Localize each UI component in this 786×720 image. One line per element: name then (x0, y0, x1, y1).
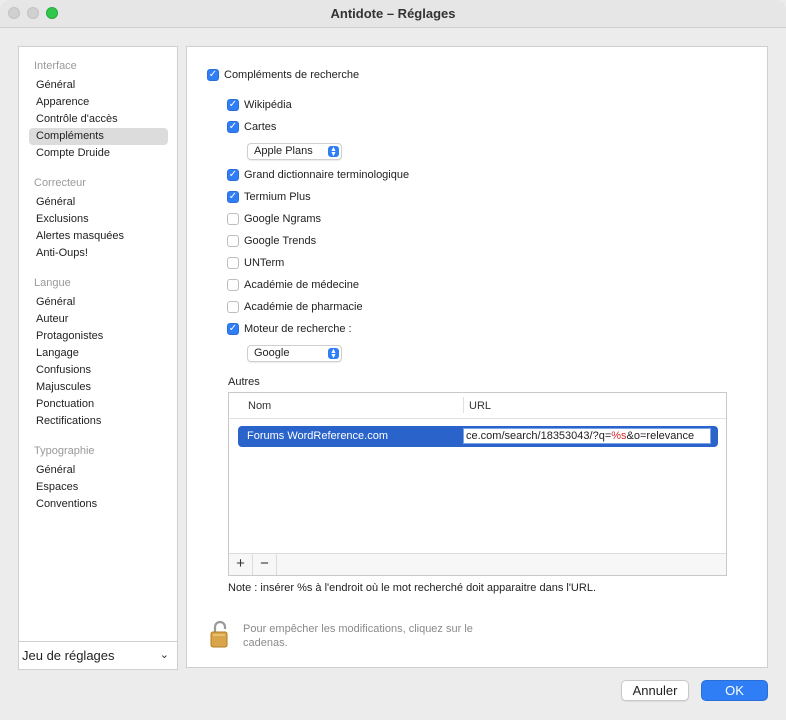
sidebar-item-rectifications[interactable]: Rectifications (29, 413, 168, 430)
sidebar-item-confusions[interactable]: Confusions (29, 362, 168, 379)
unchecked-box-icon (227, 301, 239, 313)
column-divider (463, 397, 464, 413)
preset-label: Jeu de réglages (22, 648, 115, 663)
url-suffix: &o=relevance (626, 430, 695, 442)
settings-window: Antidote – Réglages Interface Général Ap… (0, 0, 786, 720)
search-complements-label: Compléments de recherche (224, 69, 360, 81)
sidebar-item-majuscules[interactable]: Majuscules (29, 379, 168, 396)
sidebar-item-protagonistes[interactable]: Protagonistes (29, 328, 168, 345)
academie-pharmacie-checkbox[interactable]: Académie de pharmacie (227, 299, 363, 315)
sidebar-item-alertes-masquees[interactable]: Alertes masquées (29, 228, 168, 245)
sidebar-item-correcteur-general[interactable]: Général (29, 194, 168, 211)
sidebar-item-langage[interactable]: Langage (29, 345, 168, 362)
chevron-down-icon: ⌄ (159, 649, 169, 661)
sidebar-item-anti-oups[interactable]: Anti-Oups! (29, 245, 168, 262)
complements-panel: ✓ Compléments de recherche ✓ Wikipédia ✓… (186, 46, 768, 668)
remove-row-button[interactable]: − (253, 554, 277, 575)
termium-label: Termium Plus (244, 191, 311, 203)
google-ngrams-label: Google Ngrams (244, 213, 322, 225)
gdt-label: Grand dictionnaire terminologique (244, 169, 410, 181)
unterm-label: UNTerm (244, 257, 285, 269)
gdt-checkbox[interactable]: ✓ Grand dictionnaire terminologique (227, 167, 409, 183)
search-engine-label: Moteur de recherche : (244, 323, 352, 335)
sidebar-item-compte-druide[interactable]: Compte Druide (29, 145, 168, 162)
sidebar-item-apparence[interactable]: Apparence (29, 94, 168, 111)
search-engine-value: Google (254, 347, 290, 359)
checkmark-icon: ✓ (207, 69, 219, 81)
lock-icon[interactable] (210, 620, 230, 650)
academie-medecine-label: Académie de médecine (244, 279, 359, 291)
google-trends-checkbox[interactable]: Google Trends (227, 233, 316, 249)
sidebar-item-conventions[interactable]: Conventions (29, 496, 168, 513)
cartes-checkbox[interactable]: ✓ Cartes (227, 119, 276, 135)
url-prefix: ce.com/search/18353043/?q= (466, 430, 612, 442)
autres-label: Autres (228, 376, 260, 388)
checkmark-icon: ✓ (227, 323, 239, 335)
preset-selector[interactable]: Jeu de réglages ⌄ (19, 641, 177, 669)
search-engine-checkbox[interactable]: ✓ Moteur de recherche : (227, 321, 352, 337)
search-engine-popup[interactable]: Google ▲ ▼ (247, 345, 342, 362)
url-token: %s (611, 430, 627, 442)
title-bar: Antidote – Réglages (0, 0, 786, 28)
url-note: Note : insérer %s à l'endroit où le mot … (228, 582, 596, 594)
sidebar-header-typographie: Typographie (34, 445, 95, 457)
sidebar-header-langue: Langue (34, 277, 71, 289)
sidebar-item-typographie-general[interactable]: Général (29, 462, 168, 479)
termium-checkbox[interactable]: ✓ Termium Plus (227, 189, 311, 205)
updown-arrows-icon: ▲ ▼ (328, 348, 339, 360)
window-title: Antidote – Réglages (330, 6, 456, 21)
settings-sidebar: Interface Général Apparence Contrôle d'a… (18, 46, 178, 670)
sidebar-item-interface-general[interactable]: Général (29, 77, 168, 94)
table-toolbar: + − (229, 553, 726, 575)
unchecked-box-icon (227, 213, 239, 225)
sidebar-item-exclusions[interactable]: Exclusions (29, 211, 168, 228)
sidebar-item-auteur[interactable]: Auteur (29, 311, 168, 328)
table-row[interactable]: Forums WordReference.com ce.com/search/1… (238, 426, 718, 447)
google-trends-label: Google Trends (244, 235, 317, 247)
custom-sources-table: Nom URL Forums WordReference.com ce.com/… (228, 392, 727, 576)
add-row-button[interactable]: + (229, 554, 253, 575)
unchecked-box-icon (227, 279, 239, 291)
row-name: Forums WordReference.com (247, 430, 389, 442)
url-edit-field[interactable]: ce.com/search/18353043/?q=%s&o=relevance (463, 428, 711, 444)
ok-button[interactable]: OK (701, 680, 768, 701)
academie-pharmacie-label: Académie de pharmacie (244, 301, 363, 313)
search-complements-checkbox[interactable]: ✓ Compléments de recherche (207, 67, 359, 83)
checkmark-icon: ✓ (227, 121, 239, 133)
google-ngrams-checkbox[interactable]: Google Ngrams (227, 211, 321, 227)
sidebar-item-complements[interactable]: Compléments (29, 128, 168, 145)
unchecked-box-icon (227, 257, 239, 269)
sidebar-header-interface: Interface (34, 60, 77, 72)
lock-message: Pour empêcher les modifications, cliquez… (243, 623, 473, 649)
wikipedia-label: Wikipédia (244, 99, 292, 111)
column-header-nom[interactable]: Nom (248, 400, 271, 412)
wikipedia-checkbox[interactable]: ✓ Wikipédia (227, 97, 292, 113)
sidebar-header-correcteur: Correcteur (34, 177, 86, 189)
unchecked-box-icon (227, 235, 239, 247)
sidebar-item-controle-acces[interactable]: Contrôle d'accès (29, 111, 168, 128)
checkmark-icon: ✓ (227, 99, 239, 111)
checkmark-icon: ✓ (227, 191, 239, 203)
unterm-checkbox[interactable]: UNTerm (227, 255, 284, 271)
table-header: Nom URL (229, 393, 726, 419)
sidebar-item-ponctuation[interactable]: Ponctuation (29, 396, 168, 413)
cartes-label: Cartes (244, 121, 277, 133)
maps-provider-value: Apple Plans (254, 145, 313, 157)
maps-provider-popup[interactable]: Apple Plans ▲ ▼ (247, 143, 342, 160)
academie-medecine-checkbox[interactable]: Académie de médecine (227, 277, 359, 293)
checkmark-icon: ✓ (227, 169, 239, 181)
cancel-button[interactable]: Annuler (621, 680, 689, 701)
sidebar-item-espaces[interactable]: Espaces (29, 479, 168, 496)
sidebar-item-langue-general[interactable]: Général (29, 294, 168, 311)
updown-arrows-icon: ▲ ▼ (328, 146, 339, 158)
column-header-url[interactable]: URL (469, 400, 491, 412)
